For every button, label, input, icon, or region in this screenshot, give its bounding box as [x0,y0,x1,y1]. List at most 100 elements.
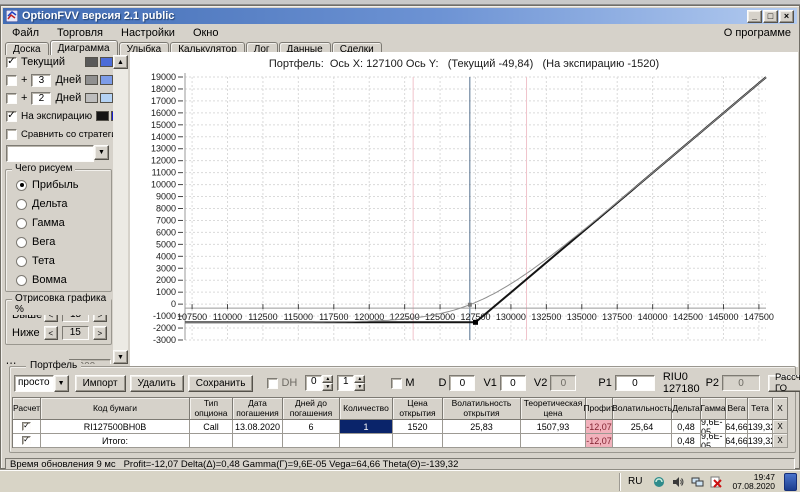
column-header: Дней до погашения [283,398,340,420]
delete-row-button[interactable]: X [773,420,788,434]
close-button[interactable]: × [779,9,794,23]
table-cell: -139,32 [748,420,773,434]
table-cell [283,434,340,448]
menu-trade[interactable]: Торговля [48,26,112,40]
menu-file[interactable]: Файл [3,26,48,40]
profit-cell: -12,07 [586,434,613,448]
radio-gamma[interactable] [16,217,27,229]
expiry-color1-swatch[interactable] [96,111,110,121]
tab-diagram[interactable]: Диаграмма [49,40,118,55]
tab-board[interactable]: Доска [5,42,49,55]
language-indicator[interactable]: RU [623,476,647,487]
import-button[interactable]: Импорт [74,374,126,392]
quantity-cell[interactable]: 1 [340,420,393,434]
plus3-checkbox[interactable] [6,74,17,86]
p1-input[interactable] [614,375,655,391]
radio-profit[interactable] [16,179,27,191]
window-title: OptionFVV версия 2.1 public [22,10,175,22]
plus2-checkbox[interactable] [6,92,17,104]
table-cell: 25,64 [613,420,672,434]
menu-about[interactable]: О программе [715,26,797,40]
panel-scrollbar[interactable]: ▲ ▼ [113,55,128,364]
network-icon[interactable] [690,475,704,489]
column-header: Код бумаги [41,398,190,420]
expiry-checkbox[interactable] [6,110,17,122]
radio-vomma-label: Вомма [32,274,67,286]
column-header: Тип опциона [190,398,233,420]
plus3-color1-swatch[interactable] [85,75,99,85]
render-range-title: Отрисовка графика % [12,293,111,315]
spin-control-2[interactable]: 1 ▲ ▼ [337,375,366,391]
table-cell: Итого: [41,434,190,448]
current-color1-swatch[interactable] [85,57,98,67]
spin-up-icon[interactable]: ▲ [322,375,334,383]
m-checkbox[interactable] [391,377,403,389]
calc-go-button[interactable]: Рассчитать ГО [768,372,800,394]
current-color2-swatch[interactable] [100,57,113,67]
strategy-combobox[interactable]: ▼ [6,145,109,162]
below-increase-button[interactable]: > [92,326,107,340]
y-tick-label: 11000 [152,168,176,178]
scroll-up-icon[interactable]: ▲ [113,55,128,69]
table-cell [443,434,521,448]
chevron-down-icon[interactable]: ▼ [94,145,109,160]
compare-strategy-label: Сравнить со стратегией [21,128,113,140]
spin-down-icon[interactable]: ▼ [354,383,366,391]
v2-label: V2 [533,377,548,389]
radio-vomma[interactable] [16,274,27,286]
plus2-days-input[interactable] [31,91,52,105]
expiry-label: На экспирацию [21,110,93,122]
y-tick-label: 6000 [156,227,176,237]
spin-down-icon[interactable]: ▼ [322,383,334,391]
radio-vega-label: Вега [32,236,56,248]
menu-window[interactable]: Окно [184,26,228,40]
delete-button[interactable]: Удалить [129,374,184,392]
row-calc-checkbox[interactable] [22,436,31,445]
scroll-down-icon[interactable]: ▼ [113,350,128,364]
preset-combobox[interactable]: просто ▼ [14,374,69,392]
maximize-button[interactable]: □ [763,9,778,23]
spin-up-icon[interactable]: ▲ [354,375,366,383]
plus2-color1-swatch[interactable] [85,93,99,103]
radio-delta[interactable] [16,198,27,210]
x-tick-label: 115000 [284,312,313,322]
x-tick-label: 145000 [708,312,738,322]
minimize-button[interactable]: _ [747,9,762,23]
current-checkbox[interactable] [6,56,17,68]
disconnected-icon[interactable] [709,475,723,489]
app-tray-icon[interactable] [652,475,666,489]
radio-theta[interactable] [16,255,27,267]
below-decrease-button[interactable]: < [43,326,58,340]
plus2-color2-swatch[interactable] [100,93,113,103]
v1-input[interactable] [499,375,526,391]
menu-settings[interactable]: Настройки [112,26,184,40]
x-tick-label: 110000 [213,312,242,322]
column-header: Цена открытия [393,398,443,420]
radio-vega[interactable] [16,236,27,248]
volume-icon[interactable] [671,475,685,489]
save-button[interactable]: Сохранить [187,374,254,392]
title-bar[interactable]: OptionFVV версия 2.1 public _ □ × [3,8,797,24]
below-label: Ниже [12,327,40,339]
plus3-color2-swatch[interactable] [100,75,113,85]
compare-strategy-checkbox[interactable] [6,128,17,140]
column-header: X [773,398,788,420]
profit-chart[interactable]: -3000 -2000 -1000 0 1000 2000 3000 4000 5000 6000… [130,52,798,367]
p2-input[interactable] [722,375,761,391]
spin-control-1[interactable]: 0 ▲ ▼ [305,375,334,391]
plus3-days-input[interactable] [31,73,52,87]
y-tick-label: -2000 [153,323,176,333]
chevron-down-icon[interactable]: ▼ [53,374,69,392]
dh-checkbox[interactable] [267,377,279,389]
data-point-marker [467,302,472,307]
d-input[interactable] [449,375,476,391]
profit-chart-area[interactable]: Портфель: Ось X: 127100 Ось Y: (Текущий … [130,52,798,367]
v2-input[interactable] [550,375,577,391]
row-calc-checkbox[interactable] [22,422,31,431]
show-desktop-button[interactable] [784,472,797,491]
clock-date: 07.08.2020 [732,480,775,491]
y-tick-label: 14000 [151,132,176,142]
table-cell: RI127500BH0B [41,420,190,434]
taskbar[interactable]: RU 19:47 07.08.2020 [0,470,800,492]
delete-row-button[interactable]: X [773,434,788,448]
